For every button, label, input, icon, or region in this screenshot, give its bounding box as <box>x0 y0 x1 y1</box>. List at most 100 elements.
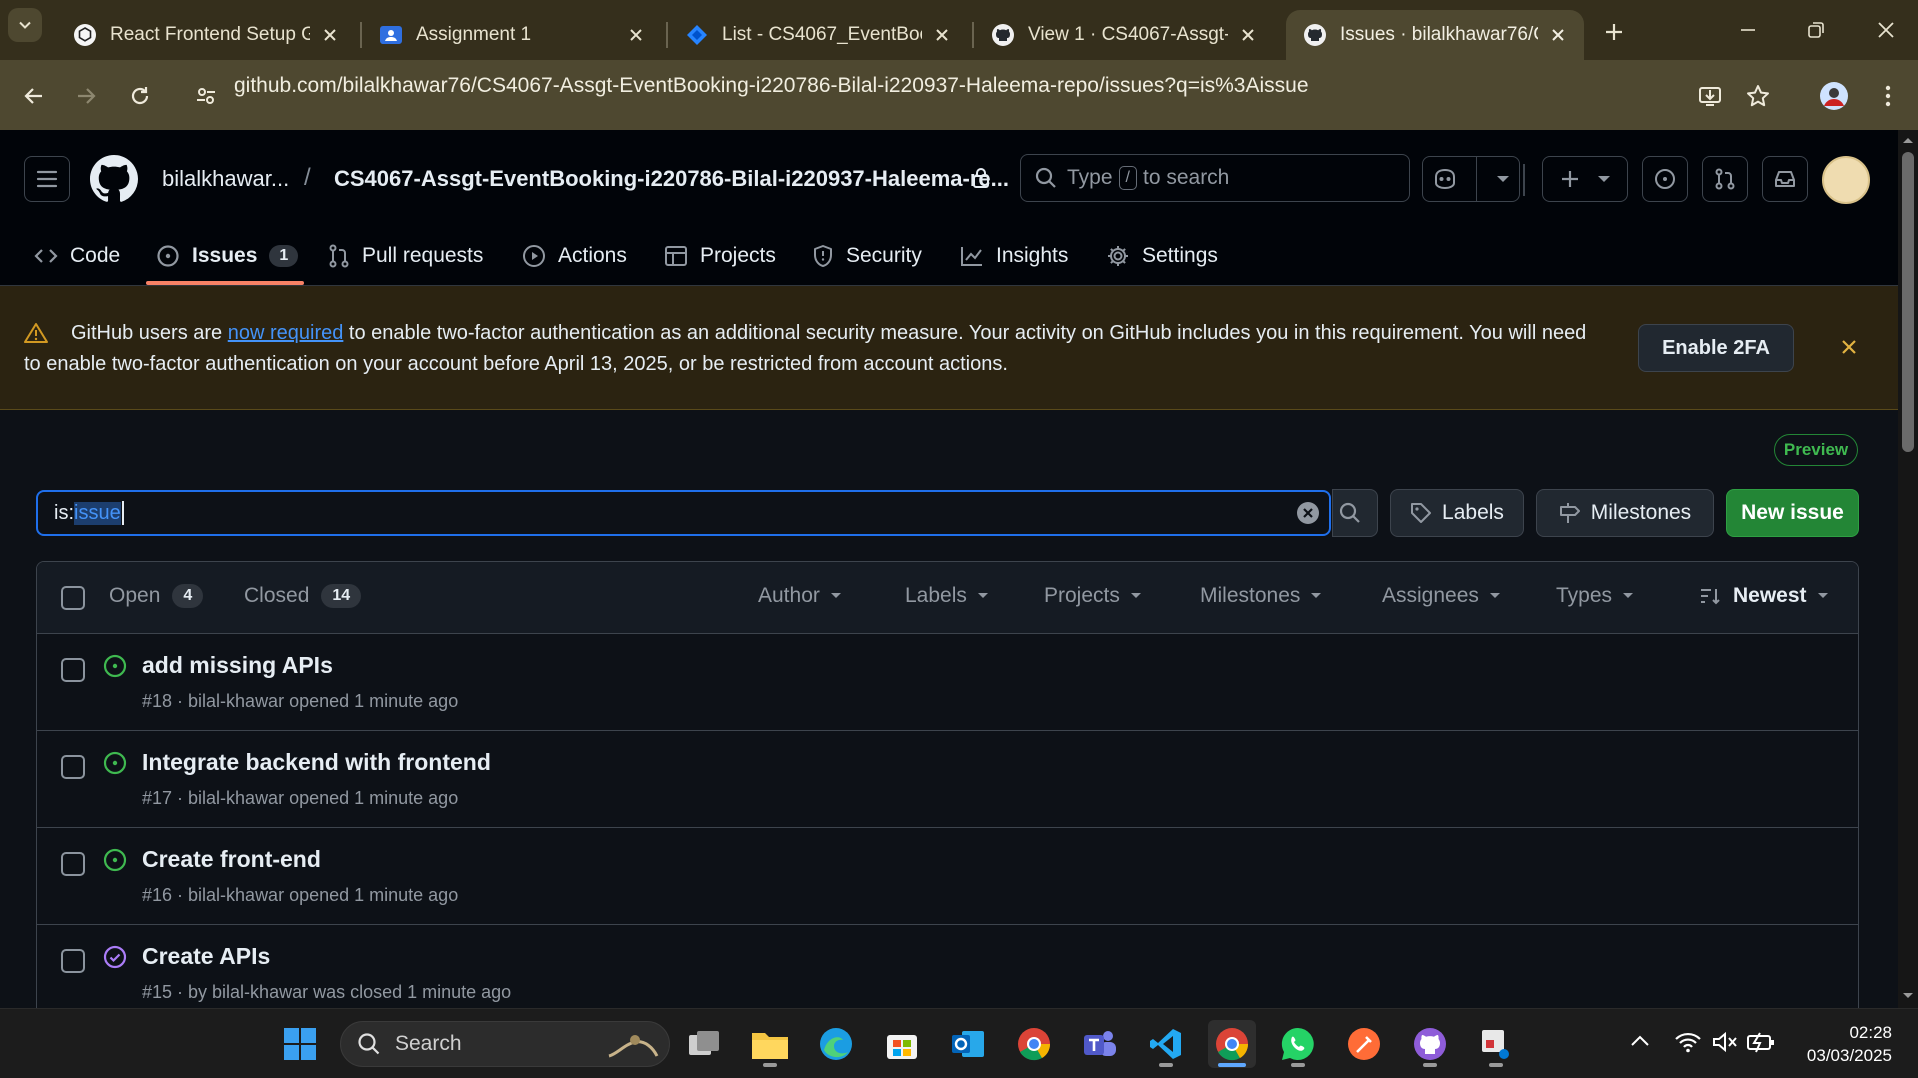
postman-app[interactable] <box>1340 1020 1388 1068</box>
tab-title: View 1 · CS4067-Assgt-Ev <box>1028 24 1228 45</box>
issue-title-link[interactable]: add missing APIs <box>142 652 333 679</box>
user-avatar[interactable] <box>1822 156 1870 204</box>
tab-issues[interactable]: Issues 1 <box>156 226 299 286</box>
tab-actions[interactable]: Actions <box>522 226 627 286</box>
tab-settings[interactable]: Settings <box>1106 226 1218 286</box>
preview-badge[interactable]: Preview <box>1774 434 1858 466</box>
issue-checkbox[interactable] <box>61 658 85 682</box>
issue-checkbox[interactable] <box>61 852 85 876</box>
sort-dropdown[interactable]: Newest <box>1689 584 1829 608</box>
arrow-left-icon <box>23 85 45 107</box>
now-required-link[interactable]: now required <box>228 322 344 344</box>
copilot-button[interactable] <box>1422 156 1520 202</box>
address-bar[interactable]: github.com/bilalkhawar76/CS4067-Assgt-Ev… <box>234 74 1309 98</box>
browser-tab-5-active[interactable]: Issues · bilalkhawar76/CS <box>1286 10 1584 60</box>
repo-owner-link[interactable]: bilalkhawar... <box>162 166 289 192</box>
forward-button[interactable] <box>66 76 106 116</box>
taskbar-search[interactable]: Search <box>340 1021 670 1067</box>
repo-name-link[interactable]: CS4067-Assgt-EventBooking-i220786-Bilal-… <box>334 166 1009 192</box>
close-icon[interactable] <box>930 23 954 47</box>
browser-tab-2[interactable]: Assignment 1 <box>362 10 662 60</box>
wifi-icon[interactable] <box>1674 1031 1702 1053</box>
install-app-button[interactable] <box>1690 76 1730 116</box>
scrollbar-thumb[interactable] <box>1902 152 1914 452</box>
chrome-app-active[interactable] <box>1208 1020 1256 1068</box>
chrome-app[interactable] <box>1010 1020 1058 1068</box>
tab-insights[interactable]: Insights <box>960 226 1068 286</box>
clear-filter-icon[interactable] <box>1296 501 1320 525</box>
labels-filter[interactable]: Labels <box>905 584 989 608</box>
close-icon[interactable] <box>624 23 648 47</box>
issue-title-link[interactable]: Create front-end <box>142 846 321 873</box>
github-desktop-app[interactable] <box>1406 1020 1454 1068</box>
tab-pull-requests[interactable]: Pull requests <box>328 226 483 286</box>
enable-2fa-button[interactable]: Enable 2FA <box>1638 324 1794 372</box>
outlook-app[interactable] <box>944 1020 992 1068</box>
projects-filter[interactable]: Projects <box>1044 584 1142 608</box>
milestones-button[interactable]: Milestones <box>1536 489 1714 537</box>
microsoft-store-app[interactable] <box>878 1020 926 1068</box>
closed-issues-tab[interactable]: Closed 14 <box>244 584 362 608</box>
edge-app[interactable] <box>812 1020 860 1068</box>
search-issues-button[interactable] <box>1332 489 1378 537</box>
close-icon[interactable] <box>318 23 342 47</box>
volume-muted-icon[interactable] <box>1712 1031 1738 1053</box>
scroll-up-icon[interactable] <box>1902 136 1914 144</box>
browser-tab-4[interactable]: View 1 · CS4067-Assgt-Ev <box>974 10 1274 60</box>
start-button[interactable] <box>276 1020 324 1068</box>
restore-button[interactable] <box>1786 8 1846 52</box>
close-window-button[interactable] <box>1856 8 1916 52</box>
back-button[interactable] <box>14 76 54 116</box>
your-issues-button[interactable] <box>1642 156 1688 202</box>
assignees-filter[interactable]: Assignees <box>1382 584 1501 608</box>
tab-security[interactable]: Security <box>812 226 922 286</box>
issues-search-input[interactable]: is: issue <box>36 490 1331 536</box>
taskbar-clock[interactable]: 02:28 03/03/2025 <box>1788 1021 1892 1067</box>
new-tab-button[interactable] <box>1596 14 1632 50</box>
issue-checkbox[interactable] <box>61 949 85 973</box>
issue-checkbox[interactable] <box>61 755 85 779</box>
tab-code[interactable]: Code <box>34 226 120 286</box>
new-issue-button[interactable]: New issue <box>1726 489 1859 537</box>
github-logo[interactable] <box>90 155 138 203</box>
issue-row[interactable]: add missing APIs #18 · bilal-khawar open… <box>37 634 1858 731</box>
issue-row[interactable]: Integrate backend with frontend #17 · bi… <box>37 731 1858 828</box>
tab-projects[interactable]: Projects <box>664 226 776 286</box>
types-filter[interactable]: Types <box>1556 584 1634 608</box>
site-info-button[interactable] <box>186 76 226 116</box>
author-filter[interactable]: Author <box>758 584 842 608</box>
open-issues-tab[interactable]: Open 4 <box>109 584 204 608</box>
whatsapp-app[interactable] <box>1274 1020 1322 1068</box>
close-icon[interactable] <box>1546 23 1570 47</box>
bookmark-button[interactable] <box>1738 76 1778 116</box>
browser-tab-3[interactable]: List - CS4067_EventBooki <box>668 10 968 60</box>
create-new-button[interactable] <box>1542 156 1628 202</box>
select-all-checkbox[interactable] <box>61 586 85 610</box>
page-scrollbar[interactable] <box>1898 130 1918 1008</box>
profile-button[interactable] <box>1814 76 1854 116</box>
milestones-filter[interactable]: Milestones <box>1200 584 1322 608</box>
global-search-input[interactable]: Type / to search <box>1020 154 1410 202</box>
minimize-button[interactable] <box>1718 8 1778 52</box>
close-icon[interactable] <box>1840 338 1858 356</box>
issue-row[interactable]: Create front-end #16 · bilal-khawar open… <box>37 828 1858 925</box>
tab-search-button[interactable] <box>8 8 42 42</box>
inbox-button[interactable] <box>1762 156 1808 202</box>
show-hidden-icons-icon[interactable] <box>1630 1035 1650 1047</box>
close-icon[interactable] <box>1236 23 1260 47</box>
labels-button[interactable]: Labels <box>1390 489 1524 537</box>
issue-title-link[interactable]: Integrate backend with frontend <box>142 749 491 776</box>
issue-title-link[interactable]: Create APIs <box>142 943 270 970</box>
vscode-app[interactable] <box>1142 1020 1190 1068</box>
your-pull-requests-button[interactable] <box>1702 156 1748 202</box>
file-explorer-app[interactable] <box>746 1020 794 1068</box>
teams-app[interactable] <box>1076 1020 1124 1068</box>
global-menu-button[interactable] <box>24 156 70 202</box>
task-view-button[interactable] <box>680 1020 728 1068</box>
browser-tab-1[interactable]: React Frontend Setup Gu <box>56 10 356 60</box>
snipping-tool-app[interactable] <box>1472 1020 1520 1068</box>
reload-button[interactable] <box>120 76 160 116</box>
battery-charging-icon[interactable] <box>1746 1031 1776 1053</box>
chrome-menu-button[interactable] <box>1868 76 1908 116</box>
scroll-down-icon[interactable] <box>1902 992 1914 1000</box>
